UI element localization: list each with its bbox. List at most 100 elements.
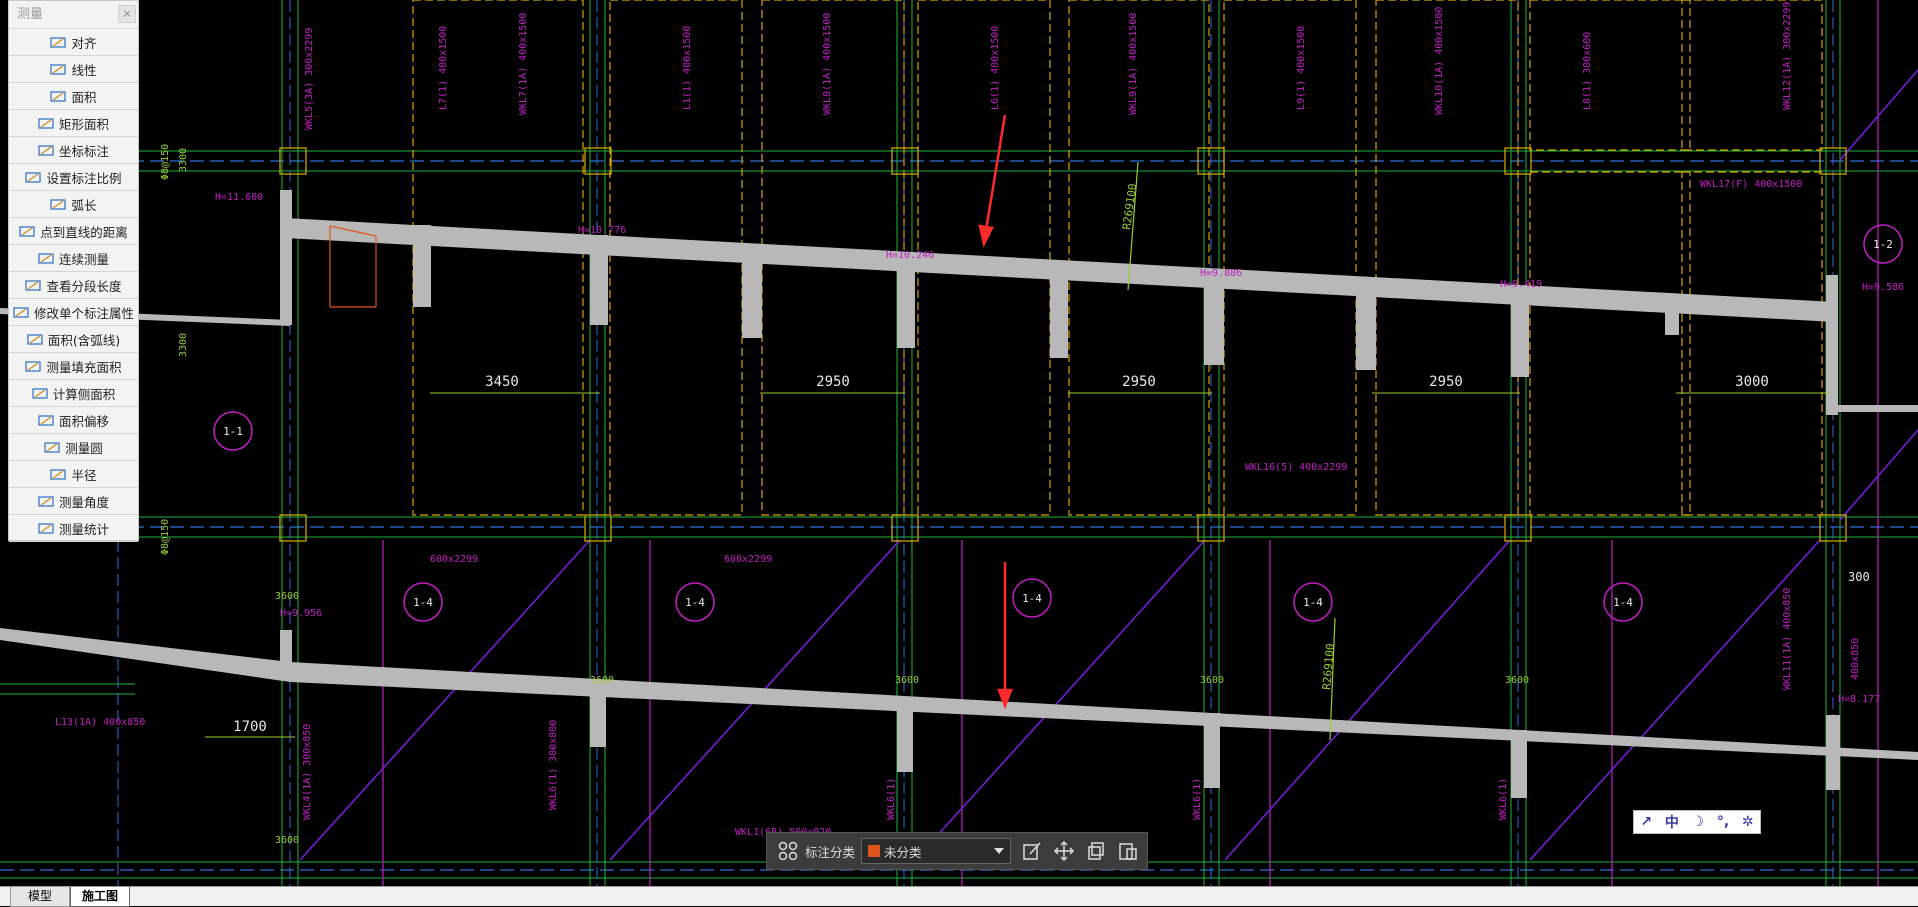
beam-label-8: L9(1) 400x1500 xyxy=(1296,26,1307,110)
measure-tool-1[interactable]: 对齐 xyxy=(9,29,138,56)
dim-lower: 1700 xyxy=(233,719,267,735)
measure-tool-label: 面积(含弧线) xyxy=(47,332,121,348)
mini-tool-2[interactable]: 中 xyxy=(1665,812,1679,832)
mini-tool-1[interactable]: ↗ xyxy=(1640,814,1652,830)
tab-construction-drawing[interactable]: 施工图 xyxy=(70,887,130,907)
cad-drawing-canvas[interactable]: 3450 2950 2950 2950 3000 1700 H=11.600 H… xyxy=(0,0,1918,886)
measure-panel-title-text: 测量 xyxy=(17,7,44,22)
measure-tool-2[interactable]: 线性 xyxy=(9,56,138,83)
paste-icon[interactable] xyxy=(1117,840,1139,862)
beam-label-4: L1(1) 400x1500 xyxy=(682,26,693,110)
close-icon[interactable]: × xyxy=(118,5,136,23)
dim-3600-2: 3600 xyxy=(590,675,614,686)
annotation-category-select[interactable]: 未分类 xyxy=(861,838,1012,864)
measure-tool-list: 对齐线性面积矩形面积坐标标注设置标注比例 弧长 点到直线的距离 连续测量查看分段长度修… xyxy=(9,29,138,542)
measure-tool-label: 半径 xyxy=(71,467,97,483)
measure-tool-11[interactable]: 修改单个标注属性 xyxy=(9,299,138,326)
measure-tool-label: 测量圆 xyxy=(65,440,103,456)
mini-tool-3[interactable]: ☽ xyxy=(1692,814,1705,830)
mini-tool-5[interactable]: ✲ xyxy=(1742,814,1754,830)
measure-tool-label: 查看分段长度 xyxy=(46,278,122,294)
measure-tool-6[interactable]: 设置标注比例 xyxy=(9,164,138,191)
area-icon xyxy=(50,91,67,102)
dim-300: 300 xyxy=(1848,570,1870,584)
mini-tool-4[interactable]: °, xyxy=(1717,814,1729,830)
axis-label-1: Φ8@150 xyxy=(160,144,171,180)
grid-icon[interactable] xyxy=(777,840,799,862)
coordinate-icon xyxy=(38,145,54,156)
beam-label-9: WKL10(1A) 400x1500 xyxy=(1434,7,1445,115)
dim-3600-4: 3600 xyxy=(1200,675,1224,686)
move-icon[interactable] xyxy=(1053,840,1075,862)
measure-tool-12[interactable]: 面积(含弧线) xyxy=(9,326,138,353)
elev-3: H=10.246 xyxy=(886,250,934,261)
section-mark-3: 1-4 xyxy=(413,596,433,609)
point-line-distance-icon xyxy=(19,226,35,237)
beam-label-16: L13(1A) 400x850 xyxy=(55,717,145,728)
beam-label-18: WKL6(1) 300x800 xyxy=(548,720,559,810)
elev-4: H=9.886 xyxy=(1200,268,1242,279)
beam-label-19: WKL6(1) xyxy=(886,778,897,820)
measure-tool-3[interactable]: 面积 xyxy=(9,83,138,110)
measure-tool-16[interactable]: 测量圆 xyxy=(9,434,138,461)
beam-label-12: WKL17(F) 400x1500 xyxy=(1700,179,1802,190)
measure-tool-18[interactable]: 测量角度 xyxy=(9,488,138,515)
arc-length-icon xyxy=(50,199,67,210)
section-mark-7: 1-4 xyxy=(1613,596,1633,609)
edit-annotation-icon xyxy=(13,307,29,318)
tab-model[interactable]: 模型 xyxy=(10,887,70,907)
beam-label-6: L6(1) 400x1500 xyxy=(990,26,1001,110)
measure-tool-4[interactable]: 矩形面积 xyxy=(9,110,138,137)
section-mark-1: 1-1 xyxy=(223,425,243,438)
elev-5: H=9.419 xyxy=(1500,279,1542,290)
arc-area-icon xyxy=(27,334,43,345)
dim-upper-3: 2950 xyxy=(1122,374,1156,390)
measure-tool-14[interactable]: 计算侧面积 xyxy=(9,380,138,407)
segment-length-icon xyxy=(25,280,42,291)
rect-area-icon xyxy=(38,118,54,129)
statistics-icon xyxy=(38,523,54,534)
measure-tool-9[interactable]: 连续测量 xyxy=(9,245,138,272)
mini-toolbar: ↗ 中 ☽ °, ✲ xyxy=(1633,810,1761,834)
measure-tool-label: 坐标标注 xyxy=(58,143,109,159)
copy-icon[interactable] xyxy=(1085,840,1107,862)
measure-tool-label: 面积 xyxy=(71,89,97,105)
measure-panel: 测量 × 对齐线性面积矩形面积坐标标注设置标注比例 弧长 点到直线的距离 连续测量查看… xyxy=(8,0,139,542)
measure-tool-label: 面积偏移 xyxy=(58,413,109,429)
measure-tool-label: 修改单个标注属性 xyxy=(33,305,134,321)
linear-dimension-icon xyxy=(50,64,67,75)
section-mark-4: 1-4 xyxy=(685,596,705,609)
measure-tool-8[interactable]: 点到直线的距离 xyxy=(9,218,138,245)
measure-tool-10[interactable]: 查看分段长度 xyxy=(9,272,138,299)
elev-8: H=8.177 xyxy=(1838,694,1880,705)
measure-tool-13[interactable]: 测量填充面积 xyxy=(9,353,138,380)
beam-label-3: WKL7(1A) 400x1500 xyxy=(518,13,529,115)
measure-tool-label: 矩形面积 xyxy=(58,116,109,132)
measure-tool-label: 线性 xyxy=(71,62,97,78)
beam-label-14: 600x2299 xyxy=(430,554,478,565)
measure-tool-7[interactable]: 弧长 xyxy=(9,191,138,218)
fill-area-icon xyxy=(25,361,42,372)
edit-icon[interactable] xyxy=(1021,840,1043,862)
beam-label-15: 600x2299 xyxy=(724,554,772,565)
beam-label-7: WKL9(1A) 400x1500 xyxy=(1128,13,1139,115)
beam-label-2: L7(1) 400x1500 xyxy=(438,26,449,110)
dim-3300-1: 3300 xyxy=(178,148,189,172)
measure-tool-17[interactable]: 半径 xyxy=(9,461,138,488)
beam-label-13: WKL16(5) 400x2299 xyxy=(1245,462,1347,473)
dim-3300-2: 3300 xyxy=(178,333,189,357)
measure-tool-5[interactable]: 坐标标注 xyxy=(9,137,138,164)
measure-panel-title: 测量 × xyxy=(9,1,138,29)
elev-7: H=9.956 xyxy=(280,608,322,619)
measure-tool-19[interactable]: 测量统计 xyxy=(9,515,138,542)
annotation-category-bar: 标注分类 未分类 xyxy=(766,832,1148,870)
beam-label-24: 400x850 xyxy=(1850,638,1861,680)
measure-tool-label: 测量角度 xyxy=(58,494,109,510)
section-mark-2: 1-2 xyxy=(1873,238,1893,251)
beam-label-11: WKL12(1A) 300x2299 xyxy=(1782,2,1793,110)
beam-label-20: WKL6(1) xyxy=(1192,778,1203,820)
side-area-icon xyxy=(32,388,48,399)
aligned-dimension-icon xyxy=(50,37,67,48)
dim-3600-1: 3600 xyxy=(275,591,299,602)
measure-tool-15[interactable]: 面积偏移 xyxy=(9,407,138,434)
